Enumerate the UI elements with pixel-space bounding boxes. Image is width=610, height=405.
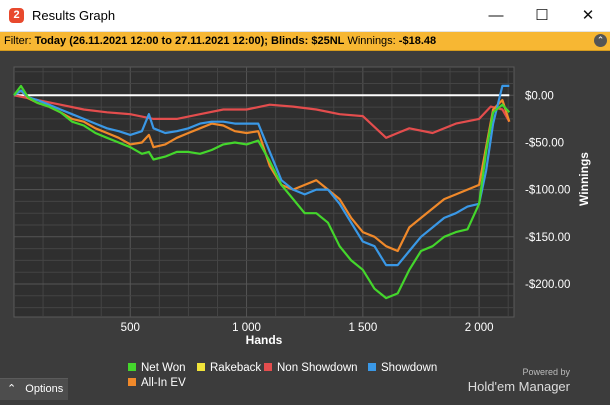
chevron-up-icon: ⌃	[7, 383, 17, 395]
options-label: Options	[25, 383, 64, 395]
x-tick-label: 1 500	[348, 322, 377, 334]
legend-swatch	[264, 363, 272, 371]
minimize-button[interactable]: —	[473, 0, 519, 31]
filter-prefix: Filter:	[4, 35, 32, 47]
y-axis-label: Winnings	[577, 152, 591, 206]
legend-label: Showdown	[381, 362, 438, 374]
title-bar: 2 Results Graph — ☐ ✕	[0, 0, 610, 32]
y-tick-label: -$150.00	[525, 232, 570, 244]
legend-swatch	[368, 363, 376, 371]
legend-swatch	[197, 363, 205, 371]
legend-item-all-in-ev[interactable]: All-In EV	[128, 377, 186, 389]
filter-winnings-label: Winnings:	[347, 35, 396, 47]
legend-swatch	[128, 363, 136, 371]
maximize-button[interactable]: ☐	[519, 0, 565, 31]
legend-item-non-showdown[interactable]: Non Showdown	[264, 362, 358, 374]
filter-bar[interactable]: Filter: Today (26.11.2021 12:00 to 27.11…	[0, 32, 610, 51]
x-tick-label: 500	[121, 322, 140, 334]
legend-item-rakeback[interactable]: Rakeback	[197, 362, 261, 374]
legend-swatch	[128, 378, 136, 386]
y-tick-label: -$100.00	[525, 185, 570, 197]
legend-label: Net Won	[141, 362, 186, 374]
y-tick-label: $0.00	[525, 90, 554, 102]
close-button[interactable]: ✕	[565, 0, 610, 31]
y-tick-label: -$200.00	[525, 279, 570, 291]
legend-item-net-won[interactable]: Net Won	[128, 362, 186, 374]
x-tick-label: 2 000	[465, 322, 494, 334]
brand-name: Hold'em Manager	[467, 379, 570, 394]
legend-label: Non Showdown	[277, 362, 358, 374]
chart-panel: 500 1 000 1 500 2 000 $0.00 -$50.00 -$100.00-…	[0, 51, 610, 400]
legend-label: All-In EV	[141, 377, 186, 389]
options-button[interactable]: ⌃ Options	[0, 378, 68, 400]
legend-label: Rakeback	[210, 362, 262, 374]
collapse-icon[interactable]: ⌃	[594, 34, 607, 47]
filter-date-range: Today (26.11.2021 12:00 to 27.11.2021 12…	[34, 35, 268, 47]
filter-winnings-value: -$18.48	[398, 35, 437, 47]
x-axis-label: Hands	[246, 333, 283, 347]
y-tick-label: -$50.00	[525, 137, 564, 149]
brand-block: Powered by Hold'em Manager	[468, 367, 570, 395]
powered-by-text: Powered by	[522, 367, 570, 377]
hem2-icon: 2	[9, 8, 24, 23]
legend-item-showdown[interactable]: Showdown	[368, 362, 437, 374]
filter-blinds: Blinds: $25NL	[271, 35, 345, 47]
results-chart[interactable]: 500 1 000 1 500 2 000 $0.00-$50.00-$100.00-…	[0, 51, 610, 400]
window-title: Results Graph	[32, 8, 116, 23]
